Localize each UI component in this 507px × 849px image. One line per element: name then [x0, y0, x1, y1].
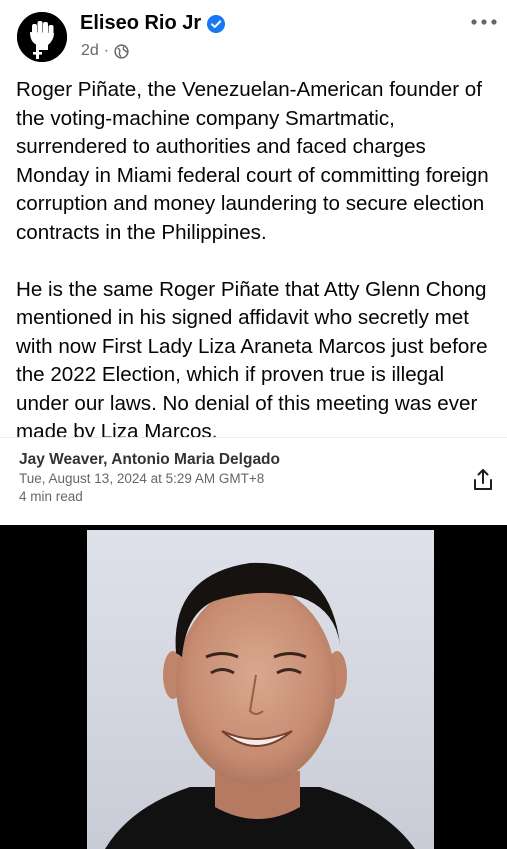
more-options-icon[interactable] [470, 15, 498, 29]
article-date: Tue, August 13, 2024 at 5:29 AM GMT+8 [19, 471, 265, 486]
article-read-time: 4 min read [19, 489, 83, 504]
post-meta: 2d · [81, 42, 129, 60]
share-icon[interactable] [472, 467, 494, 493]
author-name-text[interactable]: Eliseo Rio Jr [80, 12, 201, 35]
verified-badge-icon [207, 14, 226, 33]
article-photo[interactable] [0, 525, 507, 849]
meta-separator: · [103, 42, 110, 59]
portrait-image [0, 525, 507, 849]
author-name[interactable]: Eliseo Rio Jr [80, 12, 226, 35]
post-header: Eliseo Rio Jr 2d · [0, 0, 507, 72]
article-authors: Jay Weaver, Antonio Maria Delgado [19, 451, 280, 468]
globe-icon [114, 43, 129, 59]
avatar[interactable] [17, 12, 67, 62]
article-link-card[interactable]: Jay Weaver, Antonio Maria Delgado Tue, A… [0, 437, 507, 526]
post-paragraph-2: He is the same Roger Piñate that Atty Gl… [16, 277, 488, 444]
fist-logo-icon [17, 12, 67, 62]
post-paragraph-1: Roger Piñate, the Venezuelan-American fo… [16, 78, 489, 244]
post-timestamp[interactable]: 2d [81, 42, 99, 60]
post-body: Roger Piñate, the Venezuelan-American fo… [16, 76, 501, 447]
